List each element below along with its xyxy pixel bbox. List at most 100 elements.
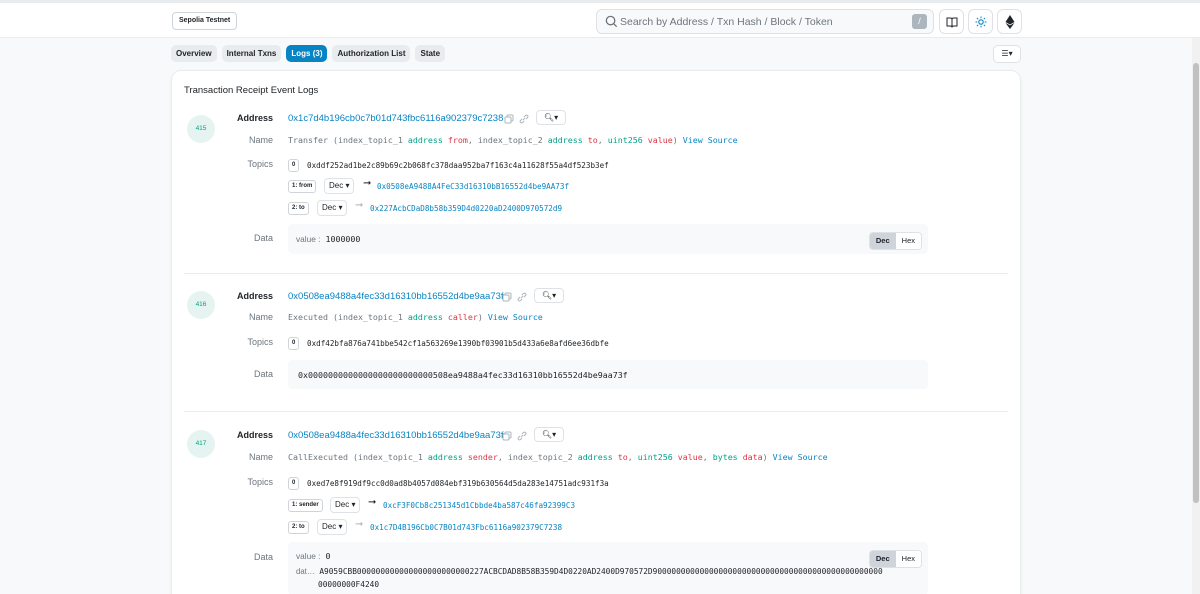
link-icon[interactable] (517, 431, 527, 441)
book-icon (946, 17, 957, 28)
log-divider (184, 411, 1008, 412)
tab-authorization-list[interactable]: Authorization List (332, 45, 411, 62)
reading-mode-button[interactable] (939, 9, 964, 34)
link-icon[interactable] (519, 114, 529, 124)
data-field-value: 0 (325, 551, 331, 561)
dec-hex-toggle: Dec Hex (868, 550, 922, 568)
filter-menu-button[interactable]: ☰▾ (993, 45, 1021, 63)
topic-format-dropdown[interactable]: Dec ▾ (317, 519, 348, 535)
dec-button[interactable]: Dec (869, 551, 896, 567)
copy-icon[interactable] (502, 292, 512, 302)
data-field-name: value : (296, 234, 321, 244)
topic-0-value: 0xed7e8f919df9cc0d0ad8b4057d084ebf319b63… (307, 479, 609, 488)
list-filter-icon: ☰▾ (1001, 49, 1013, 58)
topic-1-address-link[interactable]: 0xcF3F0Cb8c251345d1Cbbde4ba587c46fa92399… (383, 501, 575, 510)
arrow-right-icon: ➞ (368, 497, 377, 508)
zoom-icon: 🔍︎▾ (541, 291, 557, 300)
event-signature: Executed (index_topic_1 address caller) … (288, 312, 543, 322)
slash-shortcut-badge: / (912, 14, 927, 29)
data-value-row: value : 0 (296, 551, 330, 561)
search-icon (605, 15, 618, 28)
address-label: Address (236, 113, 273, 123)
zoom-dropdown[interactable]: 🔍︎▾ (534, 427, 564, 442)
address-label: Address (236, 430, 273, 440)
hex-button[interactable]: Hex (895, 551, 921, 567)
sun-icon (975, 16, 986, 27)
topics-label: Topics (247, 477, 273, 487)
data-field-name: value : (296, 551, 321, 561)
event-signature: CallExecuted (index_topic_1 address send… (288, 452, 828, 462)
data-field-value: 1000000 (325, 234, 361, 244)
topic-2-address-link[interactable]: 0x1c7D4B196Cb0C7B01d743Fbc6116a902379C72… (370, 523, 562, 532)
hex-button[interactable]: Hex (895, 233, 921, 249)
view-source-link[interactable]: View Source (773, 452, 828, 462)
tab-internal-txns[interactable]: Internal Txns (221, 45, 282, 62)
format-value: Dec (322, 203, 337, 212)
scrollbar-thumb[interactable] (1193, 63, 1199, 503)
event-logs-card: Transaction Receipt Event Logs 415 Addre… (171, 70, 1021, 594)
copy-icon[interactable] (502, 431, 512, 441)
theme-toggle-button[interactable] (968, 9, 993, 34)
log-address-link[interactable]: 0x1c7d4b196cb0c7b01d743fbc6116a902379c72… (288, 113, 503, 124)
card-title: Transaction Receipt Event Logs (184, 85, 319, 96)
data-label: Data (253, 369, 273, 379)
data-value-row: value : 1000000 (296, 234, 360, 244)
log-index-badge: 417 (187, 430, 215, 458)
search-bar[interactable]: Search by Address / Txn Hash / Block / T… (596, 9, 934, 34)
event-name: CallExecuted (288, 452, 348, 462)
address-label: Address (236, 291, 273, 301)
view-source-link[interactable]: View Source (683, 135, 738, 145)
view-source-link[interactable]: View Source (488, 312, 543, 322)
format-value: Dec (335, 500, 350, 509)
log-divider (184, 273, 1008, 274)
data-box: value : 1000000 Dec Hex (288, 224, 928, 254)
dec-hex-toggle: Dec Hex (868, 232, 922, 250)
event-name: Executed (288, 312, 328, 322)
log-address-link[interactable]: 0x0508ea9488a4fec33d16310bb16552d4be9aa7… (288, 430, 504, 441)
copy-icon[interactable] (504, 114, 514, 124)
tab-logs[interactable]: Logs (3) (286, 45, 328, 62)
network-switch-button[interactable] (997, 9, 1022, 34)
data-bytes-row: dat… A9059CBB000000000000000000000000227… (296, 567, 883, 576)
data-box: 0x0000000000000000000000000508ea9488a4fe… (288, 360, 928, 389)
search-placeholder: Search by Address / Txn Hash / Block / T… (620, 16, 833, 28)
zoom-dropdown[interactable]: 🔍︎▾ (536, 110, 566, 125)
topics-label: Topics (247, 159, 273, 169)
data-label: Data (253, 552, 273, 562)
network-badge[interactable]: Sepolia Testnet (172, 12, 238, 30)
data-raw-value: 0x0000000000000000000000000508ea9488a4fe… (298, 370, 628, 380)
topic-1-address-link[interactable]: 0x0508eA9488A4FeC33d16310bB16552d4be9AA7… (377, 182, 569, 191)
topic-format-dropdown[interactable]: Dec ▾ (324, 178, 355, 194)
topic-index-badge: 1: sender (288, 499, 323, 512)
topic-0-value: 0xdf42bfa876a741bbe542cf1a563269e1390bf0… (307, 339, 609, 348)
tab-state[interactable]: State (415, 45, 446, 62)
topic-index-badge: 0 (288, 337, 300, 350)
ethereum-icon (1005, 14, 1014, 29)
name-label: Name (248, 452, 273, 462)
tab-bar: Overview Internal Txns Logs (3) Authoriz… (171, 45, 446, 62)
format-value: Dec (329, 181, 344, 190)
log-index-badge: 415 (187, 115, 215, 143)
link-icon[interactable] (517, 292, 527, 302)
zoom-dropdown[interactable]: 🔍︎▾ (534, 288, 564, 303)
topic-format-dropdown[interactable]: Dec ▾ (317, 200, 348, 216)
tab-overview[interactable]: Overview (171, 45, 217, 62)
arrow-right-icon: ➞ (355, 200, 364, 211)
data-label: Data (253, 233, 273, 243)
arrow-right-icon: ➞ (355, 519, 364, 530)
event-name: Transfer (288, 135, 328, 145)
dec-button[interactable]: Dec (869, 233, 896, 249)
data-bytes-continuation: 00000000F4240 (318, 580, 380, 589)
topic-index-badge: 0 (288, 477, 300, 490)
log-address-link[interactable]: 0x0508ea9488a4fec33d16310bb16552d4be9aa7… (288, 291, 504, 302)
data-field-name: dat… (296, 567, 315, 576)
topic-index-badge: 1: from (288, 180, 317, 193)
data-bytes-value: A9059CBB000000000000000000000000227ACBCD… (319, 567, 883, 576)
topic-2-address-link[interactable]: 0x227AcbCDaD8b58b359D4d0220aD2400D970572… (370, 204, 562, 213)
event-signature: Transfer (index_topic_1 address from, in… (288, 135, 738, 145)
page-scrollbar[interactable] (1192, 38, 1200, 594)
topic-0-value: 0xddf252ad1be2c89b69c2b068fc378daa952ba7… (307, 161, 609, 170)
top-navbar: Sepolia Testnet Search by Address / Txn … (0, 0, 1200, 38)
name-label: Name (248, 312, 273, 322)
topic-format-dropdown[interactable]: Dec ▾ (330, 497, 361, 513)
